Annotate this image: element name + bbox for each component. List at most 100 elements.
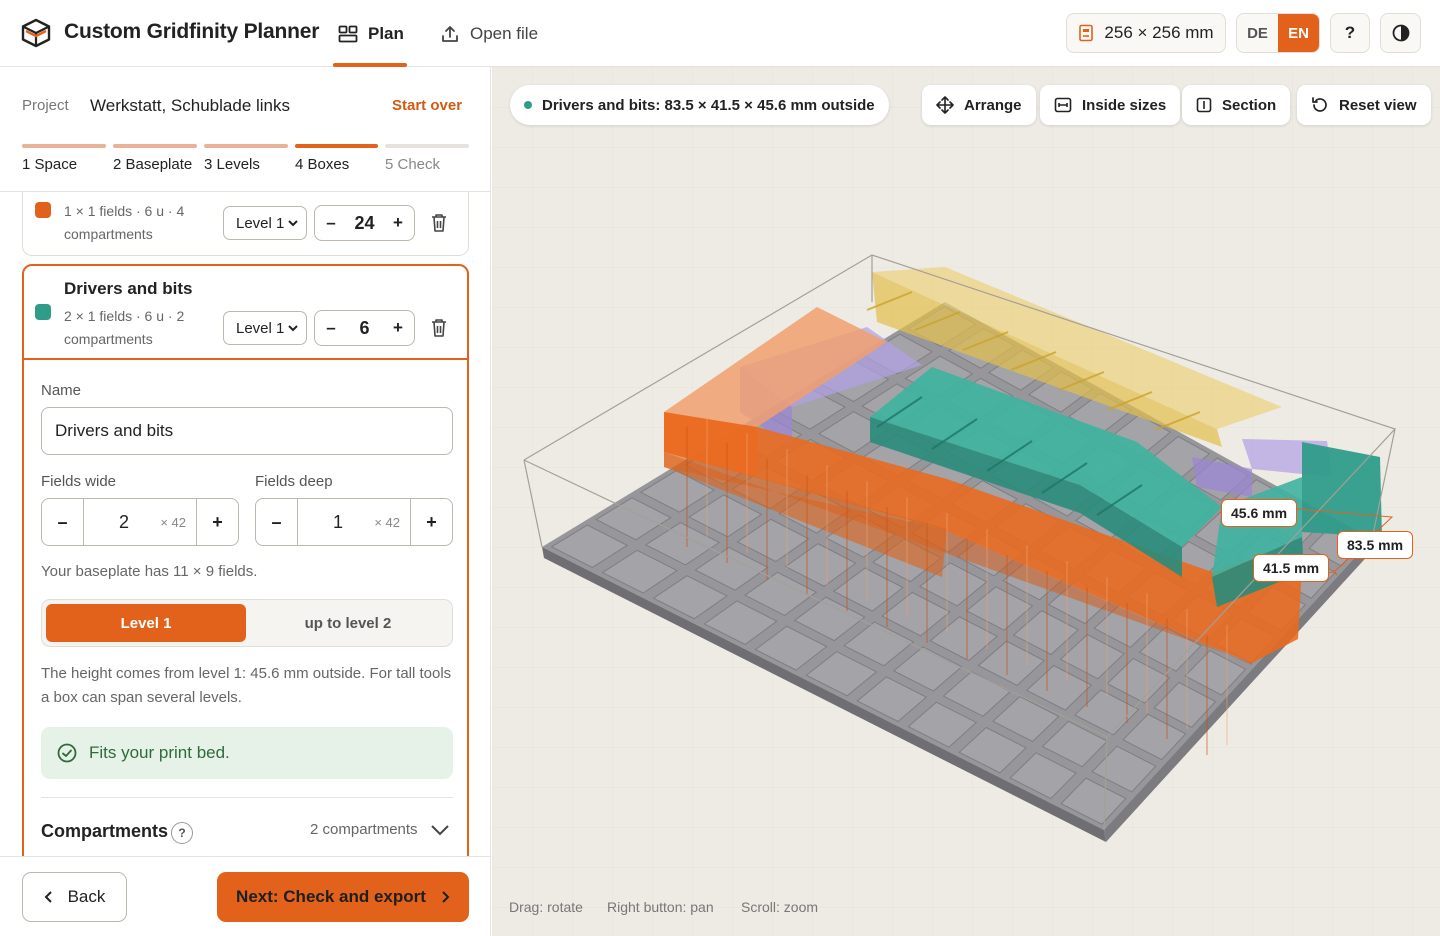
section-cut-icon xyxy=(1196,97,1212,113)
arrange-label: Arrange xyxy=(964,96,1022,114)
tab-plan-label: Plan xyxy=(368,23,404,43)
step-boxes[interactable]: 4 Boxes xyxy=(295,156,349,173)
step-check[interactable]: 5 Check xyxy=(385,156,440,173)
fields-wide-increase-button[interactable]: + xyxy=(197,499,238,545)
quantity-value: 24 xyxy=(354,212,375,233)
quantity-value: 6 xyxy=(359,317,370,338)
theme-toggle-button[interactable] xyxy=(1380,13,1421,53)
ruler-box-icon xyxy=(1054,97,1072,113)
zoom-hint: Scroll: zoom xyxy=(741,899,819,915)
compartments-count[interactable]: 2 compartments xyxy=(310,821,418,838)
compartments-title: Compartments xyxy=(41,821,169,841)
next-check-export-button[interactable]: Next: Check and export xyxy=(217,872,469,922)
lang-en-button[interactable]: EN xyxy=(1278,14,1319,52)
fields-deep-decrease-button[interactable]: – xyxy=(256,499,297,545)
section-button[interactable]: Section xyxy=(1182,85,1291,125)
fields-wide-decrease-button[interactable]: – xyxy=(42,499,83,545)
box-quantity-stepper[interactable]: – 6 + xyxy=(314,310,415,346)
fields-deep-value: 1 xyxy=(333,512,344,532)
check-circle-icon xyxy=(57,743,77,763)
trash-icon[interactable] xyxy=(430,318,448,338)
box-name-input[interactable]: Drivers and bits xyxy=(41,407,453,455)
fields-deep-input[interactable]: 1 × 42 xyxy=(297,499,411,545)
help-button[interactable]: ? xyxy=(1330,13,1370,53)
selection-info-text: Drivers and bits: 83.5 × 41.5 × 45.6 mm … xyxy=(542,96,875,114)
bed-size-label: 256 × 256 mm xyxy=(1104,23,1214,42)
tab-open-file-label: Open file xyxy=(470,23,539,43)
back-button[interactable]: Back xyxy=(22,872,127,922)
box-quantity-stepper[interactable]: – 24 + xyxy=(314,205,415,241)
box-level-value: Level 1 xyxy=(236,319,285,337)
selection-color-dot xyxy=(524,101,532,109)
trash-icon[interactable] xyxy=(430,213,448,233)
box-card-selected[interactable]: Drivers and bits 2 × 1 fields · 6 u · 2 … xyxy=(22,264,469,856)
step-baseplate[interactable]: 2 Baseplate xyxy=(113,156,192,173)
step-progress-boxes xyxy=(295,144,378,148)
box-level-select[interactable]: Level 1 xyxy=(223,206,307,240)
quantity-increase-button[interactable]: + xyxy=(382,213,414,233)
section-divider xyxy=(41,797,453,798)
up-to-level-2-option[interactable]: up to level 2 xyxy=(248,604,448,642)
app-title: Custom Gridfinity Planner xyxy=(64,20,320,43)
pan-hint: Right button: pan xyxy=(607,899,714,915)
quantity-decrease-button[interactable]: – xyxy=(315,213,347,233)
fields-deep-increase-button[interactable]: + xyxy=(411,499,452,545)
chevron-down-icon[interactable] xyxy=(430,823,450,837)
box-logo-icon xyxy=(21,18,51,48)
level-1-option[interactable]: Level 1 xyxy=(46,604,246,642)
depth-dimension-label: 41.5 mm xyxy=(1253,554,1330,582)
chevron-right-icon xyxy=(442,891,450,903)
lang-de-button[interactable]: DE xyxy=(1237,14,1278,52)
quantity-increase-button[interactable]: + xyxy=(382,318,414,338)
section-label: Section xyxy=(1222,96,1277,114)
box-color-swatch xyxy=(35,202,51,218)
chevron-down-icon xyxy=(288,220,298,227)
step-levels[interactable]: 3 Levels xyxy=(204,156,260,173)
quantity-decrease-button[interactable]: – xyxy=(315,318,347,338)
drawer-3d-scene[interactable] xyxy=(492,67,1440,936)
baseplate-hint: Your baseplate has 11 × 9 fields. xyxy=(41,563,258,580)
step-progress-baseplate xyxy=(113,144,197,148)
fields-wide-input[interactable]: 2 × 42 xyxy=(83,499,197,545)
print-bed-size-button[interactable]: 256 × 256 mm xyxy=(1066,13,1226,53)
step-progress-check xyxy=(385,144,469,148)
box-list-scroll[interactable]: 1 × 1 fields · 6 u · 4 compartments Leve… xyxy=(0,192,490,856)
step-progress-space xyxy=(22,144,106,148)
level-span-switch: Level 1 up to level 2 xyxy=(41,599,453,647)
upload-icon xyxy=(442,25,458,42)
fields-wide-stepper[interactable]: – 2 × 42 + xyxy=(41,498,239,546)
box-card[interactable]: 1 × 1 fields · 6 u · 4 compartments Leve… xyxy=(22,192,469,256)
reset-view-label: Reset view xyxy=(1339,96,1417,114)
printer-bed-icon xyxy=(1079,24,1094,42)
reset-view-button[interactable]: Reset view xyxy=(1297,85,1431,125)
planner-sidebar: Project Werkstatt, Schublade links Start… xyxy=(0,67,491,936)
move-arrows-icon xyxy=(936,96,954,114)
wizard-footer: Back Next: Check and export xyxy=(0,856,490,936)
box-title: Drivers and bits xyxy=(64,279,193,298)
project-name[interactable]: Werkstatt, Schublade links xyxy=(90,96,290,116)
rotate-hint: Drag: rotate xyxy=(509,899,583,915)
width-dimension-label: 83.5 mm xyxy=(1337,531,1414,559)
box-meta: 1 × 1 fields · 6 u · 4 compartments xyxy=(64,203,185,242)
fields-deep-label: Fields deep xyxy=(255,473,333,490)
start-over-button[interactable]: Start over xyxy=(392,97,462,114)
inside-sizes-label: Inside sizes xyxy=(1082,96,1167,114)
tab-open-file[interactable]: Open file xyxy=(440,0,538,67)
3d-viewport[interactable]: Drivers and bits: 83.5 × 41.5 × 45.6 mm … xyxy=(492,67,1440,936)
box-level-select[interactable]: Level 1 xyxy=(223,311,307,345)
chevron-left-icon xyxy=(44,891,52,903)
fits-print-bed-status: Fits your print bed. xyxy=(41,727,453,779)
step-space[interactable]: 1 Space xyxy=(22,156,77,173)
project-label: Project xyxy=(22,97,69,114)
tab-plan[interactable]: Plan xyxy=(338,0,404,67)
arrange-button[interactable]: Arrange xyxy=(922,85,1036,125)
fields-deep-stepper[interactable]: – 1 × 42 + xyxy=(255,498,453,546)
app-header: Custom Gridfinity Planner Plan Open file… xyxy=(0,0,1440,67)
contrast-icon xyxy=(1392,24,1409,42)
inside-sizes-button[interactable]: Inside sizes xyxy=(1040,85,1181,125)
card-header-divider xyxy=(24,358,467,360)
fields-wide-unit: × 42 xyxy=(160,515,186,530)
name-label: Name xyxy=(41,382,82,399)
box-color-swatch xyxy=(35,304,51,320)
compartments-help-button[interactable]: ? xyxy=(171,822,193,844)
